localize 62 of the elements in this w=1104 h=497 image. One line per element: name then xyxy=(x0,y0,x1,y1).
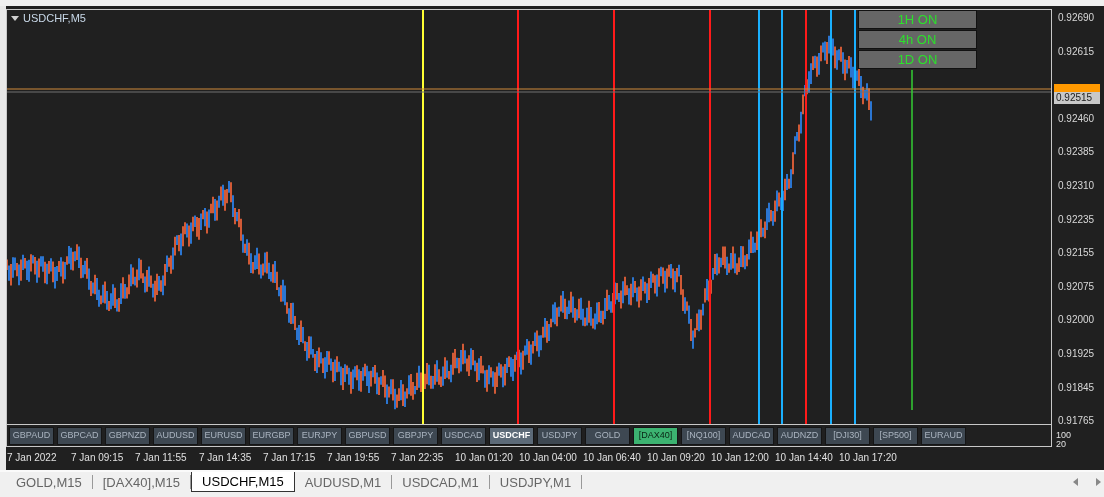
time-label: 10 Jan 14:40 xyxy=(775,453,833,463)
time-label: 7 Jan 11:55 xyxy=(135,453,187,463)
time-label: 10 Jan 06:40 xyxy=(583,453,641,463)
indicator-scale-label: 100 xyxy=(1056,431,1072,440)
time-label: 7 Jan 09:15 xyxy=(71,453,124,463)
symbol-button[interactable]: AUDNZD xyxy=(777,426,822,445)
symbol-button[interactable]: USDCAD xyxy=(441,426,486,445)
indicator-scale-label: 20 xyxy=(1056,440,1067,449)
symbol-button[interactable]: GBPCAD xyxy=(57,426,102,445)
symbol-button[interactable]: [SP500] xyxy=(873,426,918,445)
price-label: 0.91925 xyxy=(1058,349,1095,359)
time-label: 10 Jan 09:20 xyxy=(647,453,705,463)
time-label: 10 Jan 01:20 xyxy=(455,453,513,463)
price-label: 0.91845 xyxy=(1058,382,1095,393)
timeframe-button[interactable]: 4h ON xyxy=(858,30,977,49)
symbol-button[interactable]: [DJI30] xyxy=(825,426,870,445)
timeframe-button[interactable]: 1D ON xyxy=(858,50,977,69)
chart-tab[interactable]: [DAX40],M15 xyxy=(92,472,191,492)
symbol-button[interactable]: EURAUD xyxy=(921,426,966,445)
scroll-right-icon[interactable] xyxy=(1096,478,1101,486)
price-label: 0.91765 xyxy=(1058,416,1095,427)
symbol-button[interactable]: [DAX40] xyxy=(633,426,678,445)
symbol-button[interactable]: EURUSD xyxy=(201,426,246,445)
symbol-button[interactable]: GOLD xyxy=(585,426,630,445)
symbol-button[interactable]: GBPJPY xyxy=(393,426,438,445)
price-label: 0.92690 xyxy=(1058,13,1095,23)
price-label: 0.92235 xyxy=(1058,214,1095,225)
time-label: 7 Jan 22:35 xyxy=(391,453,444,463)
time-label: 7 Jan 19:55 xyxy=(327,453,380,463)
time-label: 10 Jan 04:00 xyxy=(519,453,577,463)
symbol-button[interactable]: GBPUSD xyxy=(345,426,390,445)
time-label: 7 Jan 14:35 xyxy=(199,453,252,463)
price-label: 0.92155 xyxy=(1058,248,1095,259)
dropdown-icon[interactable] xyxy=(11,16,19,21)
symbol-button[interactable]: USDJPY xyxy=(537,426,582,445)
time-label: 7 Jan 2022 xyxy=(7,453,57,463)
symbol-button[interactable]: EURGBP xyxy=(249,426,294,445)
chart-tab[interactable]: GOLD,M15 xyxy=(6,472,92,492)
price-label: 0.92385 xyxy=(1058,147,1095,158)
price-label: 0.92075 xyxy=(1058,281,1095,292)
price-label: 0.92000 xyxy=(1058,315,1095,326)
timeframe-button[interactable]: 1H ON xyxy=(858,10,977,29)
time-label: 10 Jan 17:20 xyxy=(839,453,897,463)
symbol-button[interactable]: USDCHF xyxy=(489,426,534,445)
time-label: 10 Jan 12:00 xyxy=(711,453,769,463)
symbol-button[interactable]: GBPNZD xyxy=(105,426,150,445)
chart-tab[interactable]: USDCAD,M1 xyxy=(392,472,489,492)
current-price-label: 0.92515 xyxy=(1054,92,1100,104)
price-label: 0.92615 xyxy=(1058,46,1095,57)
scroll-left-icon[interactable] xyxy=(1073,478,1078,486)
chart-title: USDCHF,M5 xyxy=(23,13,86,24)
symbol-button[interactable]: AUDCAD xyxy=(729,426,774,445)
symbol-button[interactable]: GBPAUD xyxy=(9,426,54,445)
chart-tab[interactable]: USDJPY,M1 xyxy=(489,472,582,492)
time-label: 7 Jan 17:15 xyxy=(263,453,316,463)
chart-tab[interactable]: USDCHF,M15 xyxy=(191,472,295,492)
chart-tab[interactable]: AUDUSD,M1 xyxy=(294,472,392,492)
price-label: 0.92310 xyxy=(1058,181,1095,191)
symbol-button[interactable]: AUDUSD xyxy=(153,426,198,445)
symbol-button[interactable]: [NQ100] xyxy=(681,426,726,445)
price-label: 0.92460 xyxy=(1058,113,1095,124)
symbol-button[interactable]: EURJPY xyxy=(297,426,342,445)
